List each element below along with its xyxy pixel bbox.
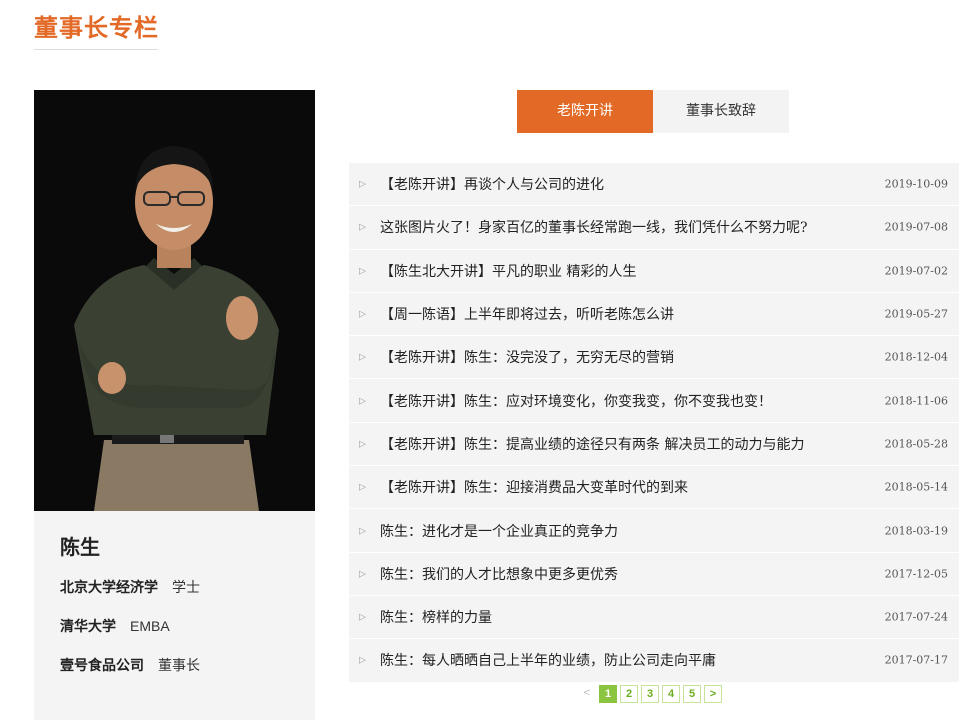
article-row[interactable]: ▷ 陈生：我们的人才比想象中更多更优秀 2017-12-05 — [349, 552, 959, 596]
triangle-right-icon: ▷ — [359, 654, 366, 665]
article-date: 2018-12-04 — [884, 350, 948, 364]
triangle-right-icon: ▷ — [359, 568, 366, 579]
profile-name: 陈生 — [60, 537, 100, 559]
triangle-right-icon: ▷ — [359, 265, 366, 276]
tab-bar: 老陈开讲 董事长致辞 — [517, 90, 789, 133]
triangle-right-icon: ▷ — [359, 525, 366, 536]
article-row[interactable]: ▷ 【老陈开讲】再谈个人与公司的进化 2019-10-09 — [349, 163, 959, 207]
triangle-right-icon: ▷ — [359, 308, 366, 319]
triangle-right-icon: ▷ — [359, 438, 366, 449]
article-date: 2019-05-27 — [884, 307, 948, 321]
article-title[interactable]: 陈生：我们的人才比想象中更多更优秀 — [380, 564, 618, 584]
article-row[interactable]: ▷ 陈生：每人晒晒自己上半年的业绩，防止公司走向平庸 2017-07-17 — [349, 639, 959, 683]
article-date: 2018-05-14 — [884, 480, 948, 494]
credential-position: 壹号食品公司 董事长 — [60, 655, 200, 675]
tab-laochen-lecture[interactable]: 老陈开讲 — [517, 90, 653, 133]
article-date: 2019-07-02 — [884, 264, 948, 278]
article-row[interactable]: ▷ 这张图片火了！身家百亿的董事长经常跑一线，我们凭什么不努力呢? 2019-07-… — [349, 206, 959, 250]
article-title[interactable]: 【老陈开讲】陈生：迎接消费品大变革时代的到来 — [380, 477, 688, 497]
article-date: 2017-07-17 — [884, 653, 948, 667]
pagination: < 1 2 3 4 5 > — [578, 685, 722, 703]
article-row[interactable]: ▷ 【陈生北大开讲】平凡的职业 精彩的人生 2019-07-02 — [349, 249, 959, 293]
article-date: 2017-07-24 — [884, 610, 948, 624]
article-row[interactable]: ▷ 【周一陈语】上半年即将过去，听听老陈怎么讲 2019-05-27 — [349, 292, 959, 337]
article-title[interactable]: 【周一陈语】上半年即将过去，听听老陈怎么讲 — [380, 304, 674, 324]
credential-value: 学士 — [172, 579, 200, 595]
pagination-page-2[interactable]: 2 — [620, 685, 638, 703]
page-title: 董事长专栏 — [34, 15, 159, 42]
article-title[interactable]: 陈生：榜样的力量 — [380, 607, 492, 627]
article-title[interactable]: 陈生：每人晒晒自己上半年的业绩，防止公司走向平庸 — [380, 650, 716, 670]
credential-value: EMBA — [130, 618, 170, 634]
article-row[interactable]: ▷ 陈生：榜样的力量 2017-07-24 — [349, 595, 959, 640]
triangle-right-icon: ▷ — [359, 178, 366, 189]
article-date: 2019-07-08 — [884, 220, 948, 234]
article-date: 2019-10-09 — [884, 177, 948, 191]
triangle-right-icon: ▷ — [359, 395, 366, 406]
article-date: 2018-03-19 — [884, 524, 948, 538]
credential-education-pku: 北京大学经济学 学士 — [60, 577, 200, 597]
article-title[interactable]: 【老陈开讲】陈生：提高业绩的途径只有两条 解决员工的动力与能力 — [380, 434, 804, 454]
article-title[interactable]: 陈生：进化才是一个企业真正的竞争力 — [380, 521, 618, 541]
article-row[interactable]: ▷ 【老陈开讲】陈生：迎接消费品大变革时代的到来 2018-05-14 — [349, 466, 959, 510]
article-list: ▷ 【老陈开讲】再谈个人与公司的进化 2019-10-09 ▷ 这张图片火了！身家百亿… — [349, 163, 959, 683]
article-row[interactable]: ▷ 【老陈开讲】陈生：应对环境变化，你变我变，你不变我也变！ 2018-11-06 — [349, 379, 959, 423]
credential-org: 壹号食品公司 — [60, 657, 144, 673]
credential-education-tsinghua: 清华大学 EMBA — [60, 616, 170, 636]
pagination-page-1[interactable]: 1 — [599, 685, 617, 703]
article-date: 2018-11-06 — [884, 394, 948, 408]
article-row[interactable]: ▷ 陈生：进化才是一个企业真正的竞争力 2018-03-19 — [349, 509, 959, 553]
credential-value: 董事长 — [158, 657, 200, 673]
portrait-photo — [34, 90, 315, 511]
article-row[interactable]: ▷ 【老陈开讲】陈生：提高业绩的途径只有两条 解决员工的动力与能力 2018-05-… — [349, 422, 959, 467]
triangle-right-icon: ▷ — [359, 351, 366, 362]
article-date: 2017-12-05 — [884, 567, 948, 581]
pagination-next-button[interactable]: > — [704, 685, 722, 703]
article-title[interactable]: 【老陈开讲】陈生：没完没了，无穷无尽的营销 — [380, 347, 674, 367]
article-row[interactable]: ▷ 【老陈开讲】陈生：没完没了，无穷无尽的营销 2018-12-04 — [349, 336, 959, 380]
credential-org: 清华大学 — [60, 618, 116, 634]
triangle-right-icon: ▷ — [359, 481, 366, 492]
triangle-right-icon: ▷ — [359, 611, 366, 622]
profile-card: 陈生 北京大学经济学 学士 清华大学 EMBA 壹号食品公司 董事长 — [34, 90, 315, 720]
pagination-page-5[interactable]: 5 — [683, 685, 701, 703]
article-title[interactable]: 【陈生北大开讲】平凡的职业 精彩的人生 — [380, 261, 636, 281]
triangle-right-icon: ▷ — [359, 221, 366, 232]
pagination-page-4[interactable]: 4 — [662, 685, 680, 703]
tab-chairman-speech[interactable]: 董事长致辞 — [653, 90, 789, 133]
article-title[interactable]: 【老陈开讲】再谈个人与公司的进化 — [380, 174, 604, 194]
article-title[interactable]: 这张图片火了！身家百亿的董事长经常跑一线，我们凭什么不努力呢? — [380, 217, 808, 237]
title-divider — [34, 49, 158, 50]
article-title[interactable]: 【老陈开讲】陈生：应对环境变化，你变我变，你不变我也变！ — [380, 391, 772, 411]
credential-org: 北京大学经济学 — [60, 579, 158, 595]
pagination-page-3[interactable]: 3 — [641, 685, 659, 703]
pagination-prev-button[interactable]: < — [578, 685, 596, 703]
article-date: 2018-05-28 — [884, 437, 948, 451]
